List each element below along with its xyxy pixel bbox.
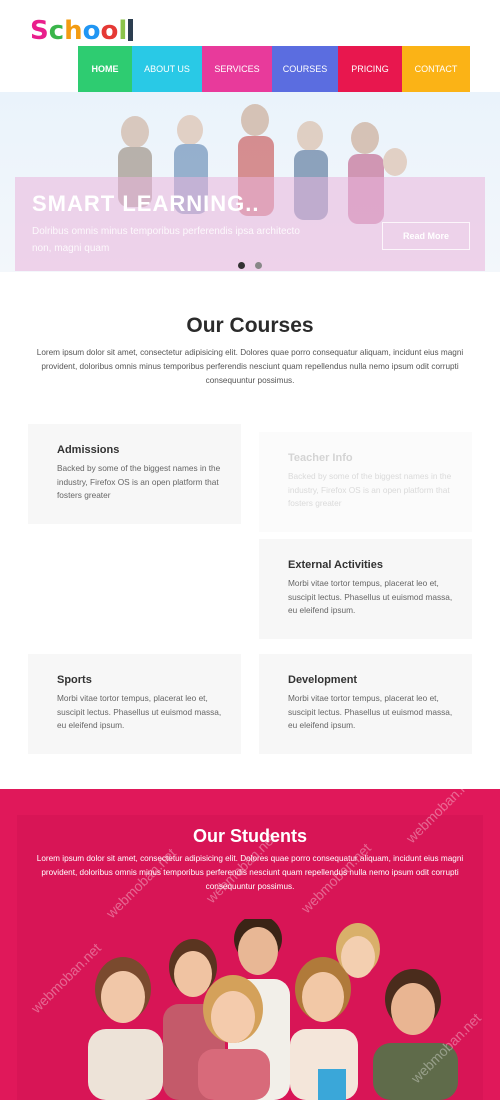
logo-bar [128,19,134,41]
logo-letter: c [48,16,65,46]
site-header: School HOME ABOUT US SERVICES COURSES PR… [0,0,500,92]
course-card-teacher-info[interactable]: Teacher Info Backed by some of the bigge… [259,432,472,532]
hero-title: SMART LEARNING.. [32,191,260,216]
hero-caption-box: SMART LEARNING.. Dolribus omnis minus te… [15,177,485,271]
course-card-text: Backed by some of the biggest names in t… [57,463,221,500]
main-nav: HOME ABOUT US SERVICES COURSES PRICING C… [78,46,470,92]
hero-banner: SMART LEARNING.. Dolribus omnis minus te… [0,92,500,272]
hero-text: Dolribus omnis minus temporibus perferen… [32,226,300,254]
course-card-title: Development [288,674,358,686]
nav-services[interactable]: SERVICES [202,46,272,92]
logo-letter: h [64,16,83,46]
course-card-external-activities[interactable]: External Activities Morbi vitae tortor t… [259,539,472,639]
courses-description: Lorem ipsum dolor sit amet, consectetur … [36,348,464,385]
students-section: Our Students Lorem ipsum dolor sit amet,… [0,789,500,1100]
course-card-admissions[interactable]: Admissions Backed by some of the biggest… [28,424,241,524]
logo-letter: S [30,16,49,46]
slider-dot-active[interactable] [238,262,245,269]
students-group-photo [88,919,458,1100]
logo-letter: o [100,16,119,46]
slider-dots [238,262,262,269]
nav-courses[interactable]: COURSES [272,46,338,92]
course-card-text: Backed by some of the biggest names in t… [288,471,452,508]
course-card-title: External Activities [288,559,383,571]
course-card-title: Admissions [57,444,120,456]
read-more-button[interactable]: Read More [382,222,470,250]
courses-title: Our Courses [186,314,314,337]
logo-letter: l [118,16,128,46]
course-card-title: Teacher Info [288,452,353,464]
course-card-title: Sports [57,674,92,686]
course-card-text: Morbi vitae tortor tempus, placerat leo … [288,693,453,730]
students-description: Lorem ipsum dolor sit amet, consectetur … [36,854,464,891]
students-title: Our Students [192,826,307,846]
course-card-text: Morbi vitae tortor tempus, placerat leo … [288,578,453,615]
slider-dot[interactable] [255,262,262,269]
logo-letter: o [82,16,101,46]
nav-home[interactable]: HOME [78,46,132,92]
course-card-text: Morbi vitae tortor tempus, placerat leo … [57,693,222,730]
course-card-sports[interactable]: Sports Morbi vitae tortor tempus, placer… [28,654,241,754]
nav-about-us[interactable]: ABOUT US [132,46,202,92]
nav-contact[interactable]: CONTACT [402,46,470,92]
site-logo[interactable]: School [30,16,134,46]
course-card-development[interactable]: Development Morbi vitae tortor tempus, p… [259,654,472,754]
nav-pricing[interactable]: PRICING [338,46,402,92]
